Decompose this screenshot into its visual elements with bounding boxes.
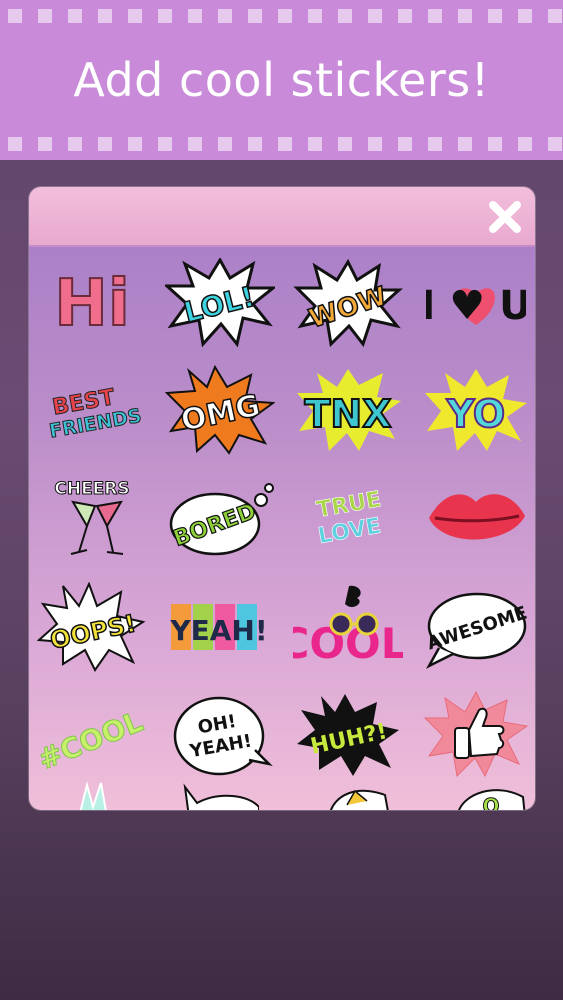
sticker-partial-3[interactable]: [319, 777, 399, 810]
sticker-thumbs-up[interactable]: [421, 687, 531, 782]
sticker-true-love[interactable]: TRUE LOVE: [293, 469, 403, 564]
sticker-yeah-label: YEAH!: [169, 614, 267, 647]
sticker-i-love-u-label: I ♥ U: [426, 283, 526, 329]
sticker-partial-4[interactable]: O: [449, 777, 529, 810]
lips-icon: [429, 493, 525, 540]
sticker-bored[interactable]: BORED: [165, 469, 275, 564]
sticker-hashtag-cool-label: #COOL: [37, 704, 147, 776]
sticker-huh[interactable]: HUH?!: [293, 687, 403, 782]
thumbs-up-icon: [423, 690, 529, 777]
sticker-yeah[interactable]: YEAH!: [165, 579, 275, 674]
sticker-omg[interactable]: OMG: [165, 362, 275, 457]
close-icon: [489, 201, 521, 233]
header-banner: Add cool stickers!: [0, 0, 563, 160]
page-title: Add cool stickers!: [73, 53, 490, 107]
sticker-yo-label: YO: [446, 392, 505, 436]
svg-text:O: O: [482, 794, 499, 810]
sticker-hi-label: Hi: [54, 267, 130, 341]
sticker-hi[interactable]: Hi: [37, 255, 147, 350]
sticker-wow[interactable]: WOW: [293, 255, 403, 350]
sticker-partial-2[interactable]: [179, 777, 259, 810]
sticker-awesome[interactable]: AWESOME: [421, 579, 531, 674]
sticker-best-friends[interactable]: BEST FRIENDS: [37, 362, 147, 457]
sticker-tnx-label: TNX: [304, 392, 391, 436]
sticker-cheers[interactable]: CHEERS: [37, 469, 147, 564]
panel-header: [29, 187, 535, 247]
sticker-tnx[interactable]: TNX: [293, 362, 403, 457]
sticker-lol[interactable]: LOL!: [165, 255, 275, 350]
sticker-kiss-lips[interactable]: [421, 469, 531, 564]
sticker-yo[interactable]: YO: [421, 362, 531, 457]
sticker-panel: Hi LOL! WOW I ♥ U BEST FRIENDS OMG TNX Y…: [29, 187, 535, 810]
film-strip-top: [0, 9, 563, 23]
sticker-i-love-u[interactable]: I ♥ U: [421, 255, 531, 350]
sticker-partial-1[interactable]: [59, 777, 119, 810]
sticker-hashtag-cool[interactable]: #COOL: [37, 687, 147, 782]
close-button[interactable]: [483, 195, 527, 239]
sticker-cool-glasses[interactable]: COOL: [293, 579, 403, 674]
sticker-cheers-label: CHEERS: [54, 479, 129, 499]
film-strip-bottom: [0, 137, 563, 151]
sticker-oh-yeah[interactable]: OH! YEAH!: [165, 687, 275, 782]
sticker-oops[interactable]: OOPS!: [37, 579, 147, 674]
